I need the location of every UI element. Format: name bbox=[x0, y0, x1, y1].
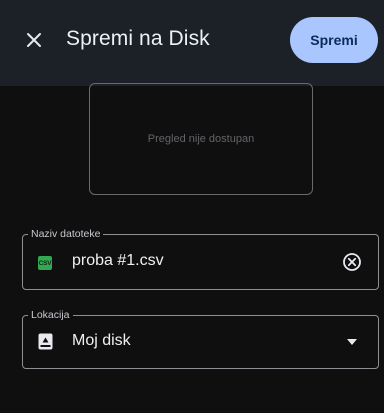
drive-icon bbox=[38, 333, 53, 350]
close-button[interactable] bbox=[22, 28, 46, 52]
csv-file-icon: CSV bbox=[38, 256, 52, 270]
clear-filename-button[interactable] bbox=[341, 251, 363, 273]
filename-field-label: Naziv datoteke bbox=[28, 227, 104, 241]
location-select-value[interactable]: Moj disk bbox=[72, 332, 131, 350]
filename-field[interactable]: Naziv datoteke CSV proba #1.csv bbox=[22, 227, 379, 290]
top-app-bar: Spremi na Disk Spremi bbox=[0, 0, 384, 86]
dialog-title: Spremi na Disk bbox=[66, 27, 210, 50]
clear-circle-icon bbox=[343, 253, 361, 271]
dropdown-arrow-icon[interactable] bbox=[347, 338, 357, 346]
location-field-label: Lokacija bbox=[28, 308, 73, 322]
file-preview: Pregled nije dostupan bbox=[89, 83, 313, 195]
save-button[interactable]: Spremi bbox=[290, 17, 378, 63]
preview-unavailable-text: Pregled nije dostupan bbox=[147, 133, 255, 145]
filename-input[interactable]: proba #1.csv bbox=[72, 252, 164, 270]
location-field[interactable]: Lokacija Moj disk bbox=[22, 308, 379, 369]
close-icon bbox=[27, 33, 41, 47]
